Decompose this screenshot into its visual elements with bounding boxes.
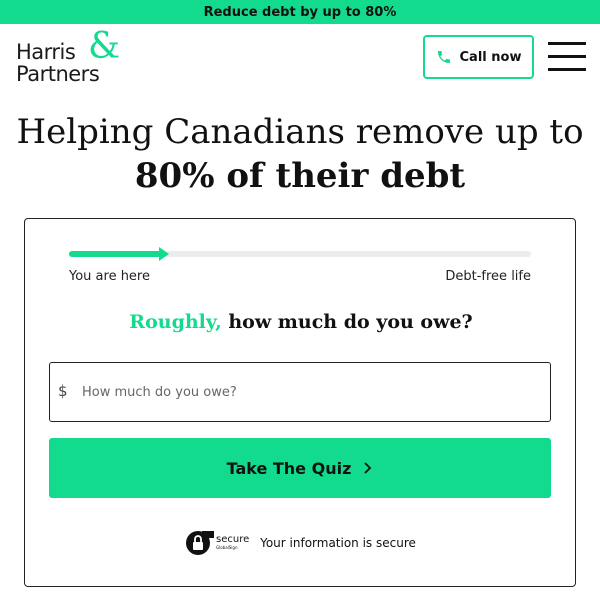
promo-banner: Reduce debt by up to 80%	[0, 0, 600, 24]
security-notice: secure GlobalSign Your information is se…	[25, 529, 577, 557]
menu-bar	[548, 55, 586, 58]
globalsign-secure-badge: secure GlobalSign	[186, 530, 252, 556]
progress-start-label: You are here	[69, 269, 150, 284]
call-now-label: Call now	[459, 49, 522, 65]
progress-fill	[69, 251, 161, 257]
menu-bar	[548, 42, 586, 45]
logo-text-harris: Harris	[16, 40, 76, 64]
quiz-question: Roughly, how much do you owe?	[25, 311, 577, 333]
security-text: Your information is secure	[260, 536, 416, 550]
quiz-card: You are here Debt-free life Roughly, how…	[24, 218, 576, 587]
badge-text: secure	[216, 534, 249, 545]
headline-line-2: 80% of their debt	[134, 156, 466, 196]
badge-subtext: GlobalSign	[216, 545, 238, 550]
question-accent: Roughly,	[129, 311, 222, 333]
progress-bar	[69, 247, 531, 261]
chevron-right-icon	[364, 462, 372, 474]
hamburger-menu-icon[interactable]	[548, 42, 586, 74]
call-now-button[interactable]: Call now	[423, 35, 534, 79]
take-the-quiz-button[interactable]: Take The Quiz	[49, 438, 551, 498]
debt-amount-field[interactable]: $	[49, 362, 551, 422]
site-header: Harris & Partners Call now	[0, 24, 600, 100]
headline-line-1: Helping Canadians remove up to	[16, 112, 584, 152]
progress-end-label: Debt-free life	[445, 269, 531, 284]
phone-icon	[437, 51, 450, 63]
headline-highlight: 80% of their debt	[130, 154, 470, 198]
logo-text-partners: Partners	[16, 62, 100, 86]
logo-ampersand: &	[88, 26, 121, 67]
harris-partners-logo[interactable]: Harris & Partners	[16, 26, 126, 86]
dollar-prefix: $	[58, 382, 68, 400]
take-the-quiz-label: Take The Quiz	[226, 458, 352, 478]
lock-badge-icon: secure GlobalSign	[186, 531, 249, 555]
progress-arrow-icon	[159, 247, 169, 261]
page-headline: Helping Canadians remove up to 80% of th…	[0, 110, 600, 198]
menu-bar	[548, 68, 586, 71]
debt-amount-input[interactable]	[82, 363, 542, 421]
question-text: how much do you owe?	[221, 311, 473, 333]
promo-banner-text: Reduce debt by up to 80%	[203, 4, 397, 20]
